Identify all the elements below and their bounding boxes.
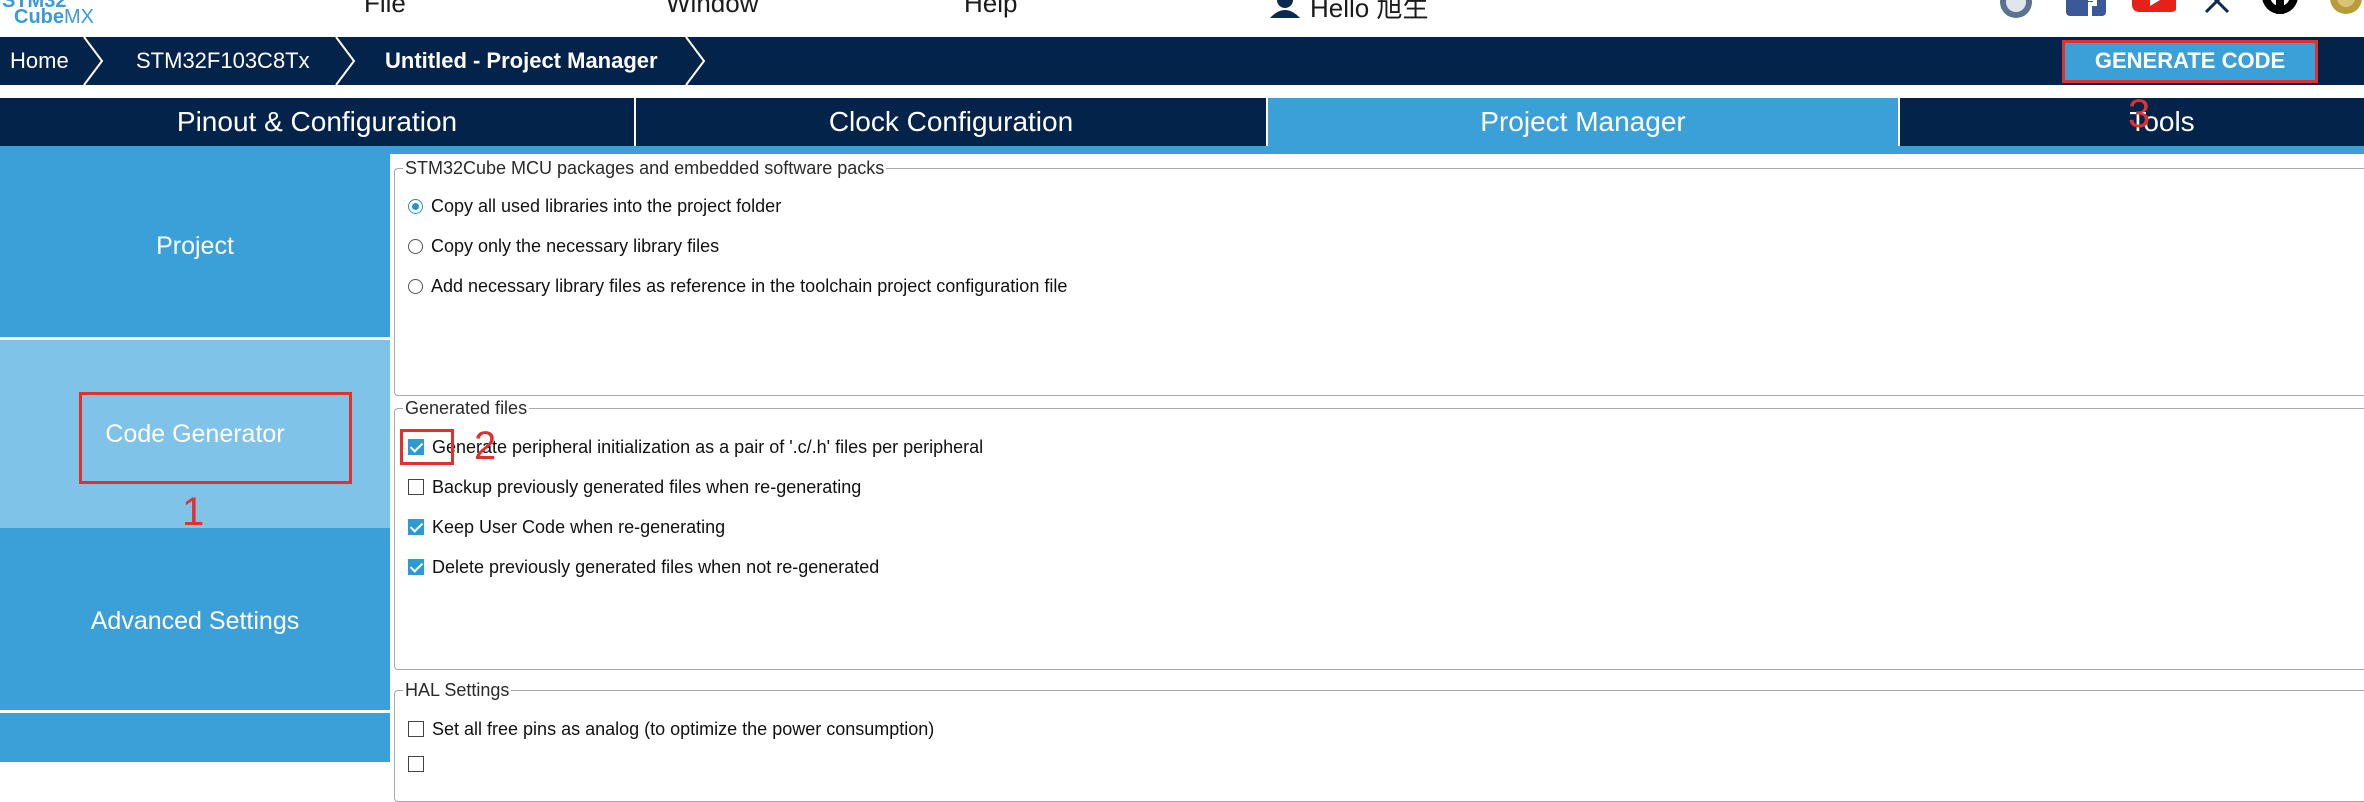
x-icon[interactable] — [2196, 0, 2240, 22]
hal-option-partial[interactable] — [408, 752, 432, 776]
tab-divider — [1266, 98, 1268, 146]
community-icon[interactable] — [1994, 0, 2038, 22]
st-icon[interactable] — [2320, 0, 2364, 22]
sidebar-item-label: Advanced Settings — [90, 607, 300, 635]
sidebar-item-project[interactable]: Project — [0, 154, 390, 337]
annotation-number-3: 3 — [2128, 92, 2151, 136]
checkbox[interactable] — [408, 721, 424, 737]
add-as-reference-option[interactable]: Add necessary library files as reference… — [408, 274, 1067, 298]
option-label: Copy only the necessary library files — [431, 235, 720, 256]
logo-cube-text: Cube — [14, 6, 64, 28]
tab-divider — [634, 98, 636, 146]
annotation-box-code-generator — [79, 392, 352, 484]
copy-necessary-files-option[interactable]: Copy only the necessary library files — [408, 234, 719, 258]
chevron-right-icon — [83, 37, 104, 85]
facebook-icon[interactable] — [2064, 0, 2108, 22]
radio-button[interactable] — [408, 238, 423, 254]
hal-settings-group: HAL Settings — [394, 680, 2364, 802]
checkbox[interactable] — [408, 519, 424, 535]
annotation-box-checkbox — [400, 429, 454, 465]
chevron-right-icon — [335, 37, 356, 85]
breadcrumb-mcu[interactable]: STM32F103C8Tx — [136, 37, 310, 85]
option-label: Set all free pins as analog (to optimize… — [432, 718, 935, 739]
code-generator-panel: STM32Cube MCU packages and embedded soft… — [392, 154, 2364, 802]
delete-generated-files-checkbox[interactable]: Delete previously generated files when n… — [408, 555, 879, 579]
breadcrumb-project[interactable]: Untitled - Project Manager — [385, 37, 658, 85]
tab-divider — [1898, 98, 1900, 146]
checkbox[interactable] — [408, 559, 424, 575]
option-label: Keep User Code when re-generating — [432, 516, 726, 537]
menu-help[interactable]: Help — [964, 0, 1017, 19]
user-icon — [1270, 0, 1300, 18]
tab-clock-configuration[interactable]: Clock Configuration — [636, 98, 1266, 146]
option-label: Copy all used libraries into the project… — [431, 195, 782, 216]
group-title: Generated files — [405, 398, 528, 418]
github-icon[interactable] — [2258, 0, 2302, 22]
radio-button[interactable] — [408, 198, 423, 214]
menu-file[interactable]: File — [364, 0, 406, 19]
tab-pinout-configuration[interactable]: Pinout & Configuration — [0, 98, 634, 146]
breadcrumb: Home STM32F103C8Tx Untitled - Project Ma… — [0, 37, 2364, 85]
youtube-icon[interactable] — [2132, 0, 2176, 22]
option-label: Add necessary library files as reference… — [431, 275, 1068, 296]
group-title: HAL Settings — [405, 680, 510, 700]
checkbox[interactable] — [408, 479, 424, 495]
group-title: STM32Cube MCU packages and embedded soft… — [405, 158, 885, 178]
annotation-box-generate — [2062, 40, 2318, 83]
radio-button[interactable] — [408, 278, 423, 294]
option-label: Generate peripheral initialization as a … — [432, 436, 984, 457]
sidebar-item-advanced-settings[interactable]: Advanced Settings — [0, 528, 390, 710]
menu-window[interactable]: Window — [666, 0, 758, 19]
backup-generated-files-checkbox[interactable]: Backup previously generated files when r… — [408, 475, 861, 499]
chevron-right-icon — [685, 37, 706, 85]
option-label: Backup previously generated files when r… — [432, 476, 862, 497]
free-pins-analog-checkbox[interactable]: Set all free pins as analog (to optimize… — [408, 717, 934, 741]
checkbox[interactable] — [408, 756, 424, 772]
option-label: Delete previously generated files when n… — [432, 556, 880, 577]
sidebar-item-more[interactable] — [0, 713, 390, 762]
tab-bar: Pinout & Configuration Clock Configurati… — [0, 98, 2364, 146]
user-greeting[interactable]: Hello 旭生 — [1310, 0, 1428, 25]
menu-bar: STM32 CubeMX File Window Help Hello 旭生 — [0, 0, 2364, 37]
annotation-number-2: 2 — [474, 424, 497, 468]
copy-all-libraries-option[interactable]: Copy all used libraries into the project… — [408, 194, 781, 218]
keep-user-code-checkbox[interactable]: Keep User Code when re-generating — [408, 515, 725, 539]
breadcrumb-home[interactable]: Home — [10, 37, 69, 85]
stm32cubemx-logo: STM32 CubeMX — [0, 0, 110, 32]
logo-text-bottom: CubeMX — [14, 6, 94, 28]
tab-underline — [0, 146, 2364, 154]
logo-mx-text: MX — [64, 6, 94, 28]
sidebar-item-label: Project — [156, 232, 234, 260]
annotation-number-1: 1 — [182, 490, 205, 534]
tab-project-manager[interactable]: Project Manager — [1268, 98, 1898, 146]
